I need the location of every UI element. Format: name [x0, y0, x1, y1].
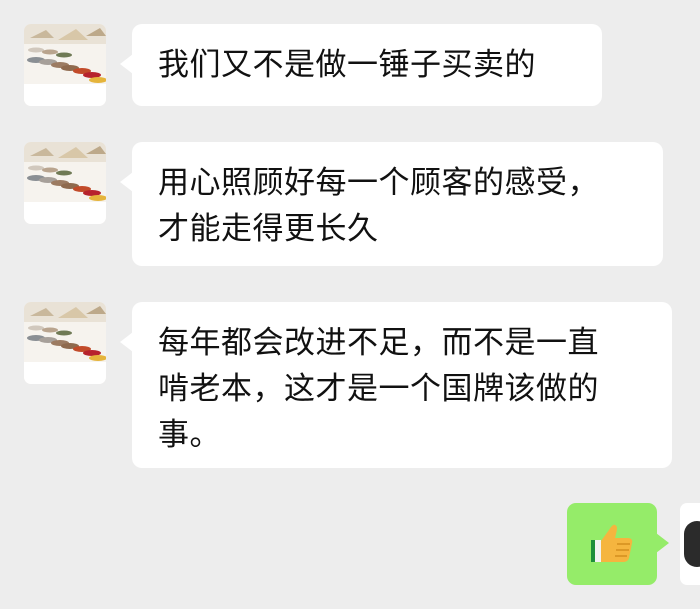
message-bubble[interactable]: 用心照顾好每一个顾客的感受， 才能走得更长久 [120, 142, 663, 266]
contact-avatar[interactable] [24, 142, 106, 224]
message-text-line: 每年都会改进不足，而不是一直 [158, 325, 599, 361]
message-text-line: 用心照顾好每一个顾客的感受， [158, 165, 599, 201]
shoe-display-avatar-icon [24, 24, 106, 106]
chat-window: 我们又不是做一锤子买卖的 用心照顾好每一个顾客的感受， 才能走得更长久 每年都会… [0, 0, 700, 609]
contact-avatar[interactable] [24, 302, 106, 384]
message-text-line: 才能走得更长久 [158, 211, 379, 247]
message-text-line: 我们又不是做一锤子买卖的 [158, 47, 536, 83]
message-bubble[interactable]: 我们又不是做一锤子买卖的 [120, 24, 602, 106]
shoe-display-avatar-icon [24, 302, 106, 384]
message-text-line: 事。 [158, 417, 221, 453]
self-avatar-image [684, 521, 700, 567]
message-text-line: 啃老本，这才是一个国牌该做的 [158, 371, 599, 407]
message-bubble[interactable]: 每年都会改进不足，而不是一直 啃老本，这才是一个国牌该做的 事。 [120, 302, 672, 468]
thumbs-up-icon [591, 524, 633, 562]
contact-avatar[interactable] [24, 24, 106, 106]
shoe-display-avatar-icon [24, 142, 106, 224]
sent-message-bubble[interactable] [567, 503, 669, 585]
self-avatar[interactable] [680, 503, 700, 585]
